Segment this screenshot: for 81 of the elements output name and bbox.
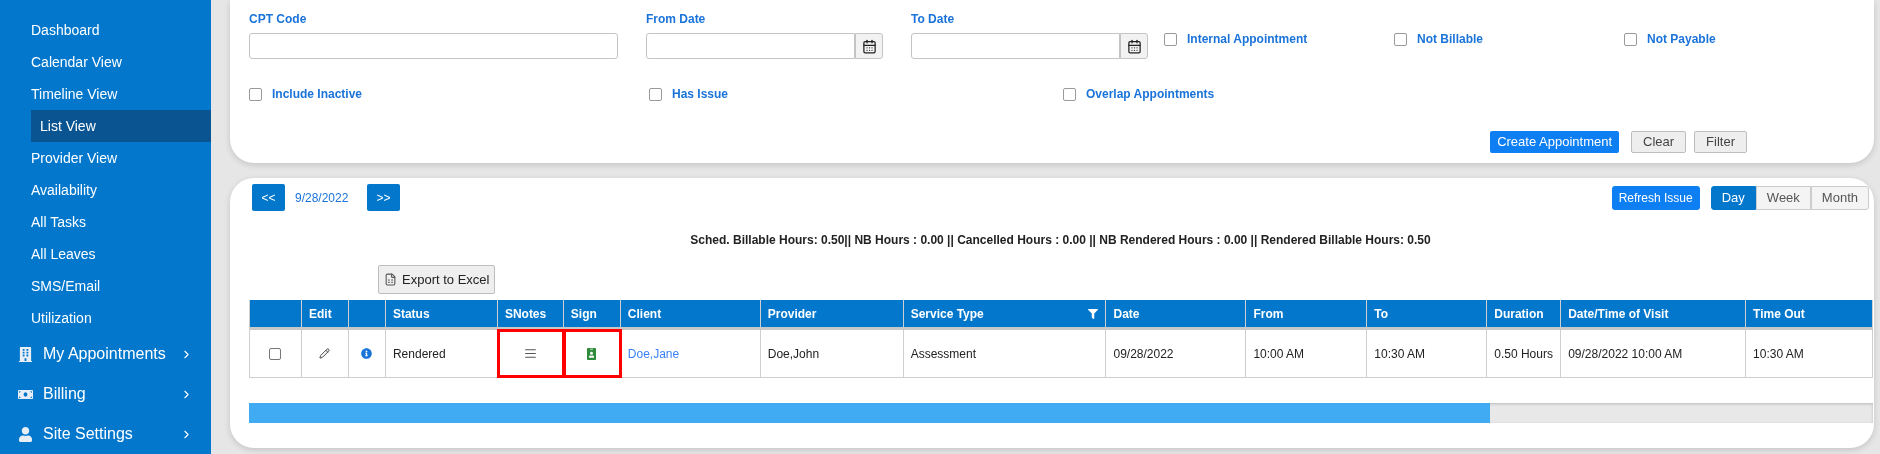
field-label: From Date <box>645 11 707 28</box>
calendar-button[interactable] <box>855 33 883 59</box>
column-header: To <box>1367 300 1488 327</box>
date-field[interactable] <box>645 33 855 59</box>
sidebar-item[interactable]: Site Settings <box>0 414 211 454</box>
create-button[interactable]: Create Appointment <box>1490 131 1620 153</box>
sidebar-item[interactable]: Availability <box>0 174 211 206</box>
column-header: From <box>1246 300 1368 327</box>
view-tab[interactable]: Week <box>1755 185 1811 210</box>
field-label: CPT Code <box>249 11 308 28</box>
scrollbar-thumb[interactable] <box>249 403 1490 423</box>
cell-text: Assessment <box>910 345 976 363</box>
calendar-button[interactable] <box>1120 33 1148 59</box>
text-field[interactable] <box>249 33 618 59</box>
column-header: Date/Time of Visit <box>1561 300 1747 327</box>
building-icon <box>18 346 33 362</box>
checkbox[interactable] <box>649 87 662 101</box>
previous-button[interactable]: << <box>252 184 285 211</box>
column-header: Service Type <box>903 300 1107 327</box>
action-button[interactable]: Clear <box>1631 131 1687 153</box>
sidebar-item[interactable]: SMS/Email <box>0 270 211 302</box>
sidebar-item[interactable]: Dashboard <box>0 14 211 46</box>
cell-text: Rendered <box>392 345 446 363</box>
view-tab[interactable]: Month <box>1810 185 1869 210</box>
info-icon[interactable] <box>361 348 373 359</box>
checkbox[interactable] <box>1164 32 1177 46</box>
checkbox-label: Not Payable <box>1647 31 1716 48</box>
sidebar-item[interactable]: Utilization <box>0 302 211 334</box>
view-tab[interactable]: Day <box>1710 185 1756 210</box>
next-button[interactable]: >> <box>367 184 400 211</box>
cell-text: 0.50 Hours <box>1494 345 1553 363</box>
calendar-icon <box>1126 38 1142 54</box>
column-header: SNotes <box>497 300 564 327</box>
user-icon <box>18 426 33 442</box>
checkbox-label: Has Issue <box>672 86 729 103</box>
checkbox[interactable] <box>1394 32 1407 46</box>
hours-summary: Sched. Billable Hours: 0.50|| NB Hours : 0.00 || Cancelled Hours : 0.00 || NB Rendered Hours : 0.00 || Rendered Billable Hours: 0.50 <box>690 232 1431 249</box>
export-button[interactable]: Export to Excel <box>378 265 496 294</box>
column-header: Provider <box>760 300 904 327</box>
cell-text: 09/28/2022 10:00 AM <box>1568 345 1683 363</box>
column-header: Client <box>620 300 761 327</box>
column-header: Duration <box>1487 300 1562 327</box>
column-header: Date <box>1106 300 1247 327</box>
checkbox[interactable] <box>1063 87 1076 101</box>
calendar-icon <box>861 38 877 54</box>
checkbox-label: Overlap Appointments <box>1086 86 1215 103</box>
badge-icon[interactable] <box>586 347 598 360</box>
date-field[interactable] <box>911 33 1120 59</box>
sidebar-item[interactable]: List View <box>31 110 211 142</box>
field-label: To Date <box>911 11 956 28</box>
refresh-issue-button[interactable]: Refresh Issue <box>1611 185 1700 210</box>
cell-text: 10:30 AM <box>1753 345 1804 363</box>
cell-text: Doe,John <box>767 345 820 363</box>
checkbox-label: Not Billable <box>1417 31 1483 48</box>
sidebar-item[interactable]: Timeline View <box>0 78 211 110</box>
column-header: Edit <box>301 300 349 327</box>
cell-text: 10:30 AM <box>1374 345 1425 363</box>
checkbox-label: Include Inactive <box>272 86 363 103</box>
cell-text: 10:00 AM <box>1253 345 1305 363</box>
row-checkbox[interactable] <box>269 347 282 360</box>
sidebar-item[interactable]: Billing <box>0 374 211 414</box>
cell-text: 09/28/2022 <box>1113 345 1174 363</box>
sidebar-item[interactable]: All Tasks <box>0 206 211 238</box>
edit-icon[interactable] <box>319 348 331 359</box>
column-header: Status <box>385 300 498 327</box>
current-date: 9/28/2022 <box>295 189 350 207</box>
sidebar-item[interactable]: My Appointments <box>0 334 211 374</box>
horizontal-scrollbar[interactable] <box>249 403 1873 423</box>
sidebar-item[interactable]: Calendar View <box>0 46 211 78</box>
filter-icon[interactable] <box>1088 308 1099 319</box>
checkbox[interactable] <box>1624 32 1637 46</box>
checkbox[interactable] <box>249 87 262 101</box>
notes-icon[interactable] <box>523 347 537 360</box>
checkbox-label: Internal Appointment <box>1187 31 1308 48</box>
column-header: Sign <box>563 300 621 327</box>
sidebar-item[interactable]: Provider View <box>0 142 211 174</box>
sidebar-item[interactable]: All Leaves <box>0 238 211 270</box>
spreadsheet-icon <box>384 273 397 286</box>
column-header: Time Out <box>1746 300 1873 327</box>
client-link[interactable]: Doe,Jane <box>627 344 680 363</box>
action-button[interactable]: Filter <box>1694 131 1747 153</box>
